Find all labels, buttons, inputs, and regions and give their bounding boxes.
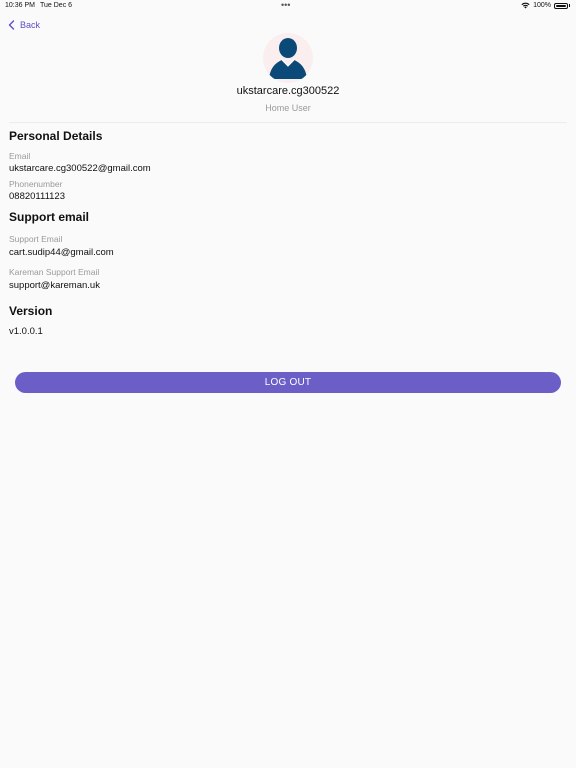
support-email-value: cart.sudip44@gmail.com (9, 247, 114, 258)
status-bar: 10:36 PM Tue Dec 6 ••• 100% (0, 0, 576, 12)
version-title: Version (9, 304, 53, 318)
support-email-label: Support Email (9, 234, 63, 244)
status-date: Tue Dec 6 (40, 2, 73, 9)
email-value: ukstarcare.cg300522@gmail.com (9, 163, 151, 174)
battery-icon (554, 2, 568, 9)
back-label: Back (20, 20, 41, 30)
profile-username: ukstarcare.cg300522 (236, 85, 340, 97)
multitasking-dots-icon[interactable]: ••• (281, 0, 290, 10)
personal-details-title: Personal Details (9, 129, 103, 143)
kareman-email-value: support@kareman.uk (9, 280, 100, 291)
battery-tip (569, 4, 570, 7)
logout-button[interactable]: LOG OUT (15, 372, 561, 393)
chevron-left-icon (8, 20, 15, 30)
profile-role: Home User (265, 103, 311, 113)
email-label: Email (9, 151, 31, 161)
kareman-email-label: Kareman Support Email (9, 267, 100, 277)
status-right: 100% (521, 2, 570, 9)
user-icon (269, 38, 307, 79)
phone-value: 08820111123 (9, 191, 66, 202)
status-time: 10:36 PM (5, 2, 35, 9)
avatar (263, 33, 313, 83)
phone-label: Phonenumber (9, 179, 63, 189)
version-value: v1.0.0.1 (9, 326, 43, 337)
battery-percent: 100% (533, 2, 551, 9)
back-button[interactable]: Back (8, 19, 40, 31)
divider (9, 122, 567, 123)
support-email-title: Support email (9, 210, 90, 224)
wifi-icon (521, 2, 530, 9)
